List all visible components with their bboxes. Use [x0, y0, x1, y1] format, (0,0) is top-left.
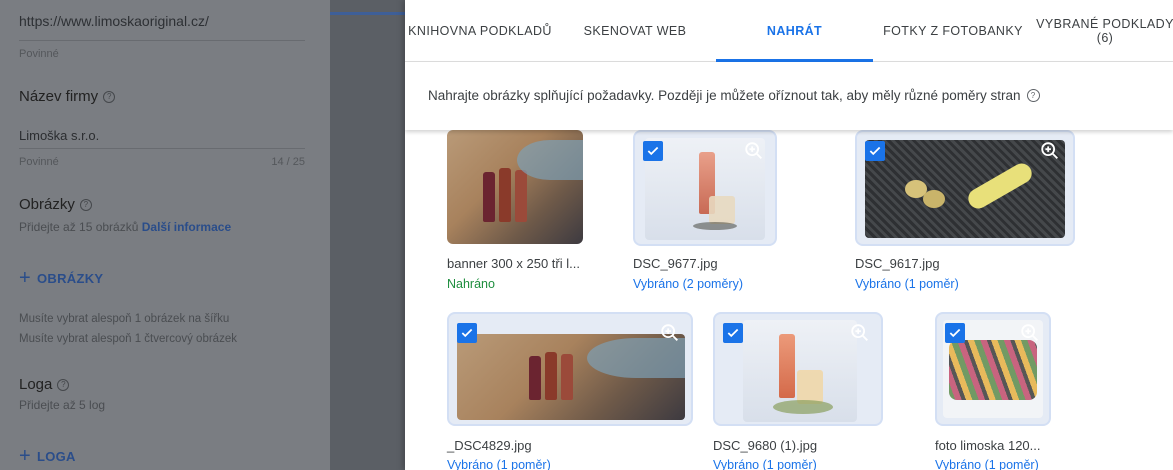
images-heading: Obrázky ?: [19, 196, 92, 213]
company-required-hint: Povinné: [19, 156, 59, 168]
image-status: Vybráno (1 poměr): [935, 458, 1039, 470]
url-field-value[interactable]: https://www.limoskaoriginal.cz/: [19, 13, 209, 29]
zoom-in-icon[interactable]: [1039, 140, 1061, 162]
logo-artwork-shape: [949, 340, 1037, 400]
url-field-underline: [19, 40, 305, 41]
image-thumbnail[interactable]: [447, 312, 693, 426]
add-logos-button[interactable]: + LOGA: [19, 446, 76, 466]
images-hint: Přidejte až 15 obrázků Další informace: [19, 220, 231, 234]
image-thumbnail[interactable]: [935, 312, 1051, 426]
help-circle-icon[interactable]: ?: [1026, 89, 1040, 102]
upload-info: Nahrajte obrázky splňující požadavky. Po…: [428, 88, 1040, 103]
image-name: DSC_9617.jpg: [855, 256, 940, 271]
image-name: DSC_9680 (1).jpg: [713, 438, 818, 453]
lemon-shape: [923, 190, 945, 208]
image-name: foto limoska 120...: [935, 438, 1041, 453]
tab-asset-library[interactable]: KNIHOVNA PODKLADŮ: [405, 0, 555, 62]
add-images-label: OBRÁZKY: [36, 270, 104, 286]
bottle-shape: [483, 172, 495, 222]
plus-icon: +: [19, 267, 31, 289]
checkbox-checked-icon[interactable]: [457, 323, 477, 343]
zoom-in-icon[interactable]: [1019, 322, 1041, 344]
uploaded-images-grid: banner 300 x 250 tři l... Nahráno DSC_96…: [405, 130, 1173, 470]
tab-scan-web[interactable]: SKENOVAT WEB: [575, 0, 695, 62]
image-name: DSC_9677.jpg: [633, 256, 718, 271]
upload-info-text: Nahrajte obrázky splňující požadavky. Po…: [428, 88, 1021, 103]
logos-heading: Loga ?: [19, 376, 70, 393]
image-name: banner 300 x 250 tři l...: [447, 256, 580, 271]
image-thumbnail[interactable]: [713, 312, 883, 426]
bottle-shape: [529, 356, 541, 400]
glass-shape: [709, 196, 735, 224]
image-status: Vybráno (1 poměr): [855, 277, 959, 291]
image-status: Vybráno (1 poměr): [447, 458, 551, 470]
product-image: [865, 140, 1065, 238]
help-circle-icon[interactable]: ?: [103, 90, 116, 103]
person-shape: [587, 338, 685, 378]
asset-picker-dialog: KNIHOVNA PODKLADŮ SKENOVAT WEB NAHRÁT FO…: [405, 0, 1173, 470]
image-card-dsc4829[interactable]: [447, 312, 693, 426]
image-card-dsc9680[interactable]: [713, 312, 883, 426]
image-thumbnail[interactable]: [447, 130, 583, 244]
logos-hint: Přidejte až 5 log: [19, 398, 106, 412]
tab-selected-assets[interactable]: VYBRANÉ PODKLADY (6): [1030, 0, 1173, 62]
url-required-hint: Povinné: [19, 48, 59, 60]
checkbox-checked-icon[interactable]: [643, 141, 663, 161]
image-thumbnail[interactable]: [855, 130, 1075, 246]
banner-image: [447, 130, 583, 244]
company-name-input[interactable]: Limoška s.r.o.: [19, 128, 99, 143]
bottle-shape: [545, 352, 557, 400]
checkbox-checked-icon[interactable]: [865, 141, 885, 161]
add-images-button[interactable]: + OBRÁZKY: [19, 268, 103, 288]
image-status: Vybráno (2 poměry): [633, 277, 743, 291]
upload-info-bar: Nahrajte obrázky splňující požadavky. Po…: [405, 62, 1173, 130]
background-strip: [330, 0, 405, 470]
image-name: _DSC4829.jpg: [447, 438, 532, 453]
company-name-title: Název firmy: [19, 88, 99, 105]
help-circle-icon[interactable]: ?: [79, 198, 92, 211]
image-card-foto-limoska[interactable]: [935, 312, 1051, 426]
image-thumbnail[interactable]: [633, 130, 777, 246]
requirement-square: Musíte vybrat alespoň 1 čtvercový obráze…: [19, 333, 237, 345]
company-char-counter: 14 / 25: [271, 156, 305, 168]
help-circle-icon[interactable]: ?: [57, 378, 70, 391]
company-field-underline: [19, 148, 305, 149]
checkbox-checked-icon[interactable]: [945, 323, 965, 343]
glass-shape: [797, 370, 823, 404]
bottle-shape: [964, 159, 1036, 213]
image-status: Vybráno (1 poměr): [713, 458, 817, 470]
bottle-shape: [561, 354, 573, 400]
logos-title: Loga: [19, 376, 53, 393]
tab-stock-photos[interactable]: FOTKY Z FOTOBANKY: [873, 0, 1033, 62]
tab-selected-label: VYBRANÉ PODKLADY: [1036, 17, 1173, 31]
zoom-in-icon[interactable]: [743, 140, 765, 162]
tab-selected-count: (6): [1096, 31, 1114, 45]
image-card-dsc9617[interactable]: [855, 130, 1075, 246]
images-more-info-link[interactable]: Další informace: [142, 220, 231, 234]
zoom-in-icon[interactable]: [659, 322, 681, 344]
tab-upload[interactable]: NAHRÁT: [716, 0, 873, 62]
requirement-landscape: Musíte vybrat alespoň 1 obrázek na šířku: [19, 313, 230, 325]
dialog-tabs: KNIHOVNA PODKLADŮ SKENOVAT WEB NAHRÁT FO…: [405, 0, 1173, 62]
company-name-heading: Název firmy ?: [19, 88, 116, 105]
bottle-shape: [499, 168, 511, 222]
background-accent-bar: [330, 12, 405, 15]
images-title: Obrázky: [19, 196, 75, 213]
shadow-shape: [693, 222, 737, 230]
bottle-shape: [515, 170, 527, 222]
image-card-dsc9677[interactable]: [633, 130, 777, 246]
person-shape: [517, 140, 583, 180]
garnish-shape: [773, 400, 833, 414]
zoom-in-icon[interactable]: [849, 322, 871, 344]
bottle-shape: [779, 334, 795, 398]
product-image: [457, 334, 685, 420]
add-logos-label: LOGA: [36, 448, 76, 464]
checkbox-checked-icon[interactable]: [723, 323, 743, 343]
images-hint-text: Přidejte až 15 obrázků: [19, 220, 139, 234]
image-status: Nahráno: [447, 277, 495, 291]
image-card-banner[interactable]: [447, 130, 583, 244]
product-image: [743, 320, 857, 422]
plus-icon: +: [19, 445, 31, 467]
background-form: https://www.limoskaoriginal.cz/ Povinné …: [0, 0, 330, 470]
